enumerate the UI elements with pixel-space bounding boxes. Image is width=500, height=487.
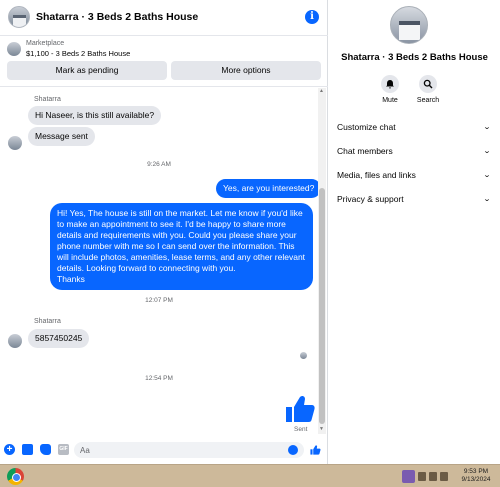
scroll-up-icon[interactable]: ▲ — [319, 88, 324, 94]
mute-button[interactable]: Mute — [372, 75, 408, 104]
start-icon[interactable] — [7, 468, 24, 485]
scroll-thumb[interactable] — [319, 188, 325, 424]
incoming-message[interactable]: Hi Naseer, is this still available? — [28, 106, 162, 125]
avatar[interactable] — [8, 6, 30, 28]
avatar[interactable] — [390, 6, 428, 44]
mute-label: Mute — [382, 97, 398, 104]
chevron-down-icon: ⌄ — [482, 172, 492, 179]
listing-title[interactable]: $1,100 - 3 Beds 2 Baths House — [26, 49, 130, 58]
search-label: Search — [416, 97, 440, 104]
sticker-icon[interactable] — [40, 444, 51, 455]
details-title: Shatarra · 3 Beds 2 Baths House — [341, 52, 488, 63]
sender-name: Shatarra — [34, 96, 61, 103]
section-label: Media, files and links — [337, 170, 416, 180]
chat-header: Shatarra · 3 Beds 2 Baths House i — [0, 0, 328, 36]
details-pane: Shatarra · 3 Beds 2 Baths House Mute Sea… — [329, 0, 500, 464]
sender-name: Shatarra — [34, 318, 61, 325]
chat-pane: Shatarra · 3 Beds 2 Baths House i Market… — [0, 0, 328, 464]
battery-icon[interactable] — [429, 472, 437, 481]
incoming-message[interactable]: Message sent — [28, 127, 95, 146]
incoming-message[interactable]: 5857450245 — [28, 329, 90, 348]
pen-icon[interactable] — [402, 470, 415, 483]
contact-avatar[interactable] — [8, 136, 22, 150]
like-icon[interactable] — [309, 444, 321, 456]
bell-icon — [381, 75, 399, 93]
chevron-down-icon: ⌄ — [482, 196, 492, 203]
section-label: Privacy & support — [337, 194, 404, 204]
search-button[interactable]: Search — [410, 75, 446, 104]
chevron-down-icon: ⌄ — [482, 124, 492, 131]
marketplace-label: Marketplace — [26, 40, 65, 47]
info-icon[interactable]: i — [305, 10, 319, 24]
search-icon — [419, 75, 437, 93]
section-label: Chat members — [337, 146, 393, 156]
scroll-down-icon[interactable]: ▼ — [319, 426, 324, 432]
mark-as-pending-button[interactable]: Mark as pending — [7, 61, 167, 80]
section-privacy-support[interactable]: Privacy & support ⌄ — [337, 194, 492, 208]
scrollbar[interactable]: ▲ ▼ — [318, 88, 326, 434]
outgoing-message[interactable]: Hi! Yes, The house is still on the marke… — [50, 203, 313, 290]
section-customize-chat[interactable]: Customize chat ⌄ — [337, 122, 492, 136]
emoji-icon[interactable] — [288, 445, 298, 455]
timestamp: 9:26 AM — [147, 161, 171, 168]
listing-thumbnail[interactable] — [7, 42, 21, 56]
taskbar: 9:53 PM 9/13/2024 — [0, 464, 500, 487]
sent-status: Sent — [294, 426, 308, 433]
section-chat-members[interactable]: Chat members ⌄ — [337, 146, 492, 160]
contact-avatar[interactable] — [8, 334, 22, 348]
seen-avatar — [300, 352, 307, 359]
tray-icon[interactable] — [418, 472, 426, 481]
marketplace-banner: Marketplace $1,100 - 3 Beds 2 Baths Hous… — [0, 37, 328, 87]
messenger-window: Shatarra · 3 Beds 2 Baths House i Market… — [0, 0, 500, 464]
clock-time: 9:53 PM — [463, 468, 489, 475]
more-options-button[interactable]: More options — [171, 61, 321, 80]
clock-date: 9/13/2024 — [461, 476, 491, 483]
section-media-files-links[interactable]: Media, files and links ⌄ — [337, 170, 492, 184]
chevron-down-icon: ⌄ — [482, 148, 492, 155]
timestamp: 12:54 PM — [145, 375, 173, 382]
photo-icon[interactable] — [22, 444, 33, 455]
message-input[interactable] — [74, 442, 304, 458]
outgoing-message[interactable]: Yes, are you interested? — [216, 179, 318, 198]
like-icon[interactable] — [282, 394, 316, 424]
composer: + GIF — [0, 436, 328, 464]
clock[interactable]: 9:53 PM 9/13/2024 — [455, 468, 497, 484]
gif-icon[interactable]: GIF — [58, 444, 69, 455]
message-list[interactable]: Shatarra Hi Naseer, is this still availa… — [0, 88, 318, 434]
system-tray — [402, 470, 452, 483]
timestamp: 12:07 PM — [145, 297, 173, 304]
chat-title[interactable]: Shatarra · 3 Beds 2 Baths House — [36, 11, 198, 23]
plus-icon[interactable]: + — [4, 444, 15, 455]
volume-icon[interactable] — [440, 472, 448, 481]
section-label: Customize chat — [337, 122, 396, 132]
